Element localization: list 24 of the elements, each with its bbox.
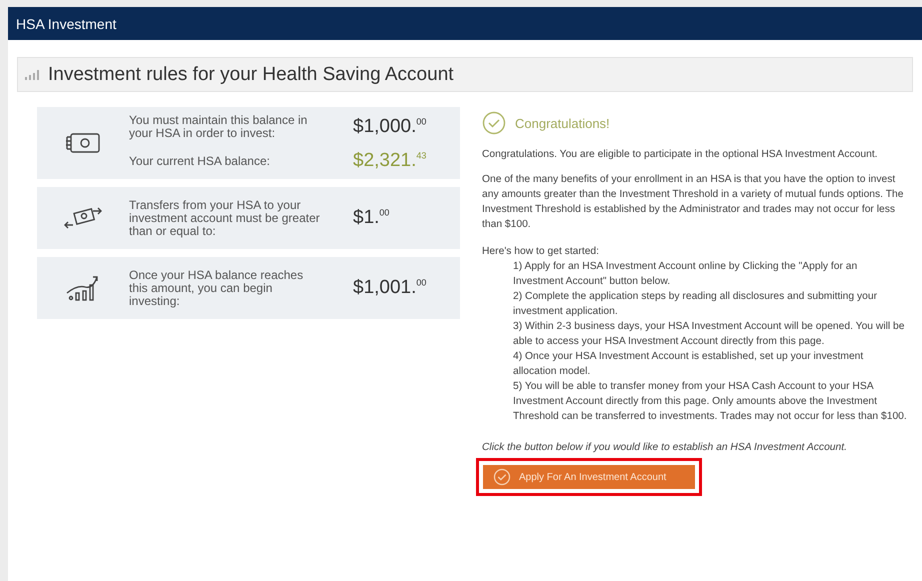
bar-chart-icon: [24, 68, 40, 80]
rule-amount: $1,000.$^{00}$: [353, 116, 426, 138]
step-text: 1) Apply for an HSA Investment Account online by Clicking the "Apply for an Investment Account" button below.: [512, 260, 858, 289]
rule-amount: $1.$^{00}$: [353, 207, 390, 229]
step-text: 5) You will be able to transfer money from your HSA Cash Account to your HSA Investment Account directly from this page. Only amounts above the Investment Threshold can be transferred to investments. Trades may not occur for less than $100.: [512, 380, 907, 424]
check-circle-icon: [482, 111, 506, 135]
header-title: HSA Investment: [16, 16, 116, 32]
step-text: 3) Within 2-3 business days, your HSA Investment Account will be opened. You will be able to access your HSA Investment Account directly from this page.: [512, 320, 906, 349]
info-paragraph: One of the many benefits of your enrollment in an HSA is that you have the option to invest any amounts greater than the Investment Threshold in a variety of mutual funds options. The Investment Threshold is established by the Administrator and trades may not occur for less than $100.: [482, 173, 904, 232]
step-text: 2) Complete the application steps by reading all disclosures and submitting your investment application.: [512, 290, 878, 319]
steps-intro: Here's how to get started:: [482, 245, 600, 259]
apply-button[interactable]: Apply For An Investment Account: [483, 465, 695, 489]
rule-amount: $2,321.$^{43}$: [353, 150, 426, 172]
check-circle-icon: [493, 468, 511, 486]
rule-label: Once your HSA balance reaches this amount, you can begin investing:: [129, 268, 304, 308]
congrats-heading: Congratulations!: [515, 116, 610, 130]
step-text: 4) Once your HSA Investment Account is established, set up your investment allocation model.: [512, 350, 864, 379]
rule-label: You must maintain this balance in your HSA in order to invest:: [129, 114, 308, 140]
info-paragraph: Congratulations. You are eligible to participate in the optional HSA Investment Account.: [482, 148, 879, 162]
panel-title: Investment rules for your Health Saving Account: [48, 64, 454, 86]
rule-label: Transfers from your HSA to your investment account must be greater than or equal to:: [129, 198, 321, 238]
rule-label: Your current HSA balance:: [129, 154, 271, 168]
apply-note: Click the button below if you would like to establish an HSA Investment Account.: [482, 441, 848, 455]
rule-amount: $1,001.$^{00}$: [353, 277, 426, 299]
